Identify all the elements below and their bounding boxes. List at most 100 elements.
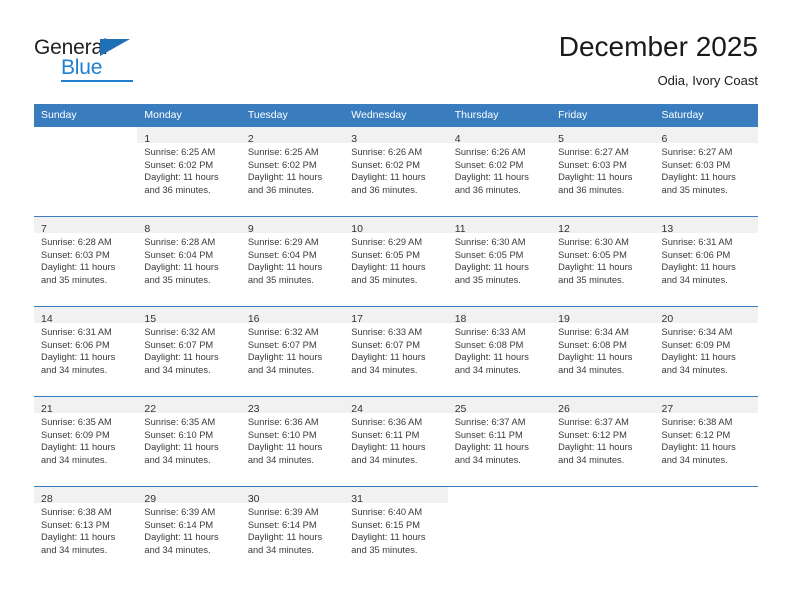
sunset-text: Sunset: 6:02 PM <box>247 159 317 170</box>
calendar-day-cell[interactable]: 20 Sunrise: 6:34 AM Sunset: 6:09 PM Dayligh… <box>654 306 758 397</box>
calendar-day-cell[interactable]: 6 Sunrise: 6:27 AM Sunset: 6:03 PM Daylight… <box>654 126 758 217</box>
calendar-day-cell[interactable]: 1 Sunrise: 6:25 AM Sunset: 6:02 PM Daylight… <box>137 126 241 217</box>
day-number-band: 22 <box>137 397 241 415</box>
sunrise-text: Sunrise: 6:25 AM <box>144 147 216 157</box>
day-number: 12 <box>558 223 570 235</box>
calendar-day-cell-empty <box>551 486 655 576</box>
day-number: 17 <box>351 313 363 325</box>
day-number-band: 20 <box>654 307 758 325</box>
day-details: Sunrise: 6:33 AM Sunset: 6:08 PM Daylight:… <box>448 323 551 376</box>
day-details: Sunrise: 6:33 AM Sunset: 6:07 PM Daylight:… <box>344 323 447 376</box>
day-number: 23 <box>247 403 260 415</box>
sunrise-text: Sunrise: 6:32 AM <box>144 327 216 337</box>
calendar-day-cell[interactable]: 26 Sunrise: 6:37 AM Sunset: 6:12 PM Dayligh… <box>551 396 655 487</box>
calendar-day-cell[interactable]: 11 Sunrise: 6:30 AM Sunset: 6:05 PM Dayligh… <box>447 216 552 307</box>
sunset-text: Sunset: 6:11 PM <box>351 429 420 440</box>
calendar-day-cell-empty <box>447 486 552 576</box>
sunrise-text: Sunrise: 6:30 AM <box>558 237 629 247</box>
day-number-band: 6 <box>654 127 758 145</box>
sunrise-text: Sunrise: 6:27 AM <box>558 147 629 157</box>
calendar-day-cell[interactable]: 13 Sunrise: 6:31 AM Sunset: 6:06 PM Dayligh… <box>654 216 758 307</box>
sunset-text: Sunset: 6:03 PM <box>558 159 627 170</box>
daylight-text-line1: Daylight: 11 hours <box>558 262 633 273</box>
day-details: Sunrise: 6:29 AM Sunset: 6:05 PM Daylight:… <box>344 233 447 286</box>
calendar-day-cell[interactable]: 19 Sunrise: 6:34 AM Sunset: 6:08 PM Dayligh… <box>551 306 655 397</box>
daylight-text-line2: and 36 minutes. <box>247 184 314 195</box>
day-number-band: 28 <box>34 487 138 505</box>
calendar-day-cell[interactable]: 17 Sunrise: 6:33 AM Sunset: 6:07 PM Dayligh… <box>344 306 448 397</box>
daylight-text-line2: and 34 minutes. <box>558 364 625 375</box>
daylight-text-line2: and 34 minutes. <box>661 364 728 375</box>
sunrise-text: Sunrise: 6:27 AM <box>661 147 733 157</box>
calendar-day-cell[interactable]: 27 Sunrise: 6:38 AM Sunset: 6:12 PM Dayligh… <box>654 396 758 487</box>
sunrise-text: Sunrise: 6:34 AM <box>558 327 629 337</box>
day-details: Sunrise: 6:27 AM Sunset: 6:03 PM Daylight:… <box>655 143 758 196</box>
sunset-text: Sunset: 6:09 PM <box>661 339 731 350</box>
day-details: Sunrise: 6:37 AM Sunset: 6:12 PM Daylight:… <box>551 413 654 466</box>
calendar-day-cell[interactable]: 4 Sunrise: 6:26 AM Sunset: 6:02 PM Daylight… <box>447 126 552 217</box>
calendar-day-cell[interactable]: 2 Sunrise: 6:25 AM Sunset: 6:02 PM Daylight… <box>240 126 345 217</box>
calendar-day-cell[interactable]: 24 Sunrise: 6:36 AM Sunset: 6:11 PM Dayligh… <box>344 396 448 487</box>
daylight-text-line1: Daylight: 11 hours <box>144 442 219 453</box>
calendar-day-cell[interactable]: 3 Sunrise: 6:26 AM Sunset: 6:02 PM Daylight… <box>344 126 448 217</box>
day-details: Sunrise: 6:30 AM Sunset: 6:05 PM Daylight:… <box>448 233 551 286</box>
day-number: 6 <box>661 133 668 145</box>
sunset-text: Sunset: 6:11 PM <box>454 429 523 440</box>
calendar-day-cell[interactable]: 14 Sunrise: 6:31 AM Sunset: 6:06 PM Dayligh… <box>34 306 138 397</box>
calendar-day-cell[interactable]: 18 Sunrise: 6:33 AM Sunset: 6:08 PM Dayligh… <box>447 306 552 397</box>
calendar-day-cell[interactable]: 5 Sunrise: 6:27 AM Sunset: 6:03 PM Daylight… <box>551 126 655 217</box>
day-number: 2 <box>247 133 254 145</box>
sunset-text: Sunset: 6:07 PM <box>144 339 214 350</box>
calendar-day-cell[interactable]: 29 Sunrise: 6:39 AM Sunset: 6:14 PM Dayligh… <box>137 486 241 576</box>
calendar-day-cell[interactable]: 28 Sunrise: 6:38 AM Sunset: 6:13 PM Dayligh… <box>34 486 138 576</box>
calendar-day-cell[interactable]: 9 Sunrise: 6:29 AM Sunset: 6:04 PM Daylight… <box>240 216 345 307</box>
calendar-day-cell[interactable]: 7 Sunrise: 6:28 AM Sunset: 6:03 PM Daylight… <box>34 216 138 307</box>
sunset-text: Sunset: 6:05 PM <box>454 249 524 260</box>
weekday-header-friday: Friday <box>551 104 655 127</box>
calendar-day-cell[interactable]: 31 Sunrise: 6:40 AM Sunset: 6:15 PM Dayligh… <box>344 486 448 576</box>
daylight-text-line1: Daylight: 11 hours <box>454 172 529 183</box>
daylight-text-line2: and 34 minutes. <box>454 454 521 465</box>
calendar-day-cell[interactable]: 16 Sunrise: 6:32 AM Sunset: 6:07 PM Dayligh… <box>240 306 345 397</box>
daylight-text-line2: and 35 minutes. <box>351 274 418 285</box>
daylight-text-line1: Daylight: 11 hours <box>558 442 633 453</box>
calendar-day-cell[interactable]: 30 Sunrise: 6:39 AM Sunset: 6:14 PM Dayligh… <box>240 486 345 576</box>
daylight-text-line2: and 36 minutes. <box>454 184 521 195</box>
day-details: Sunrise: 6:40 AM Sunset: 6:15 PM Daylight:… <box>344 503 447 556</box>
calendar-day-cell[interactable]: 12 Sunrise: 6:30 AM Sunset: 6:05 PM Dayligh… <box>551 216 655 307</box>
calendar-day-cell[interactable]: 21 Sunrise: 6:35 AM Sunset: 6:09 PM Dayligh… <box>34 396 138 487</box>
day-number: 22 <box>144 403 157 415</box>
calendar-week-row: 1 Sunrise: 6:25 AM Sunset: 6:02 PM Daylight… <box>34 126 758 217</box>
day-details: Sunrise: 6:34 AM Sunset: 6:08 PM Daylight:… <box>551 323 654 376</box>
daylight-text-line1: Daylight: 11 hours <box>661 262 736 273</box>
page-title: December 2025 <box>558 31 758 62</box>
sunrise-text: Sunrise: 6:35 AM <box>41 417 112 427</box>
day-number-band: 18 <box>447 307 552 325</box>
calendar-day-cell[interactable]: 25 Sunrise: 6:37 AM Sunset: 6:11 PM Dayligh… <box>447 396 552 487</box>
day-number-band: 15 <box>137 307 241 325</box>
calendar-header-row: Sunday Monday Tuesday Wednesday Thursday… <box>34 104 758 127</box>
calendar-day-cell[interactable]: 23 Sunrise: 6:36 AM Sunset: 6:10 PM Dayligh… <box>240 396 345 487</box>
calendar-body: 1 Sunrise: 6:25 AM Sunset: 6:02 PM Daylight… <box>34 126 758 576</box>
daylight-text-line2: and 34 minutes. <box>661 274 728 285</box>
daylight-text-line1: Daylight: 11 hours <box>351 172 426 183</box>
day-details: Sunrise: 6:39 AM Sunset: 6:14 PM Daylight:… <box>137 503 240 556</box>
sunrise-text: Sunrise: 6:34 AM <box>661 327 733 337</box>
day-details: Sunrise: 6:35 AM Sunset: 6:09 PM Daylight:… <box>34 413 137 466</box>
daylight-text-line2: and 34 minutes. <box>351 454 418 465</box>
calendar-day-cell-empty <box>654 486 758 576</box>
calendar-page: General Blue December 2025 Odia, Ivory C… <box>0 0 792 612</box>
sunrise-text: Sunrise: 6:36 AM <box>351 417 423 427</box>
calendar-day-cell[interactable]: 15 Sunrise: 6:32 AM Sunset: 6:07 PM Dayligh… <box>137 306 241 397</box>
calendar-day-cell[interactable]: 22 Sunrise: 6:35 AM Sunset: 6:10 PM Dayligh… <box>137 396 241 487</box>
calendar-day-cell[interactable]: 8 Sunrise: 6:28 AM Sunset: 6:04 PM Daylight… <box>137 216 241 307</box>
day-number: 8 <box>144 223 151 235</box>
daylight-text-line1: Daylight: 11 hours <box>144 352 219 363</box>
daylight-text-line2: and 35 minutes. <box>558 274 625 285</box>
calendar-day-cell[interactable]: 10 Sunrise: 6:29 AM Sunset: 6:05 PM Dayligh… <box>344 216 448 307</box>
day-number-band: 19 <box>551 307 655 325</box>
daylight-text-line2: and 35 minutes. <box>454 274 521 285</box>
daylight-text-line2: and 35 minutes. <box>41 274 108 285</box>
sunset-text: Sunset: 6:14 PM <box>247 519 317 530</box>
day-number-band: 16 <box>240 307 345 325</box>
